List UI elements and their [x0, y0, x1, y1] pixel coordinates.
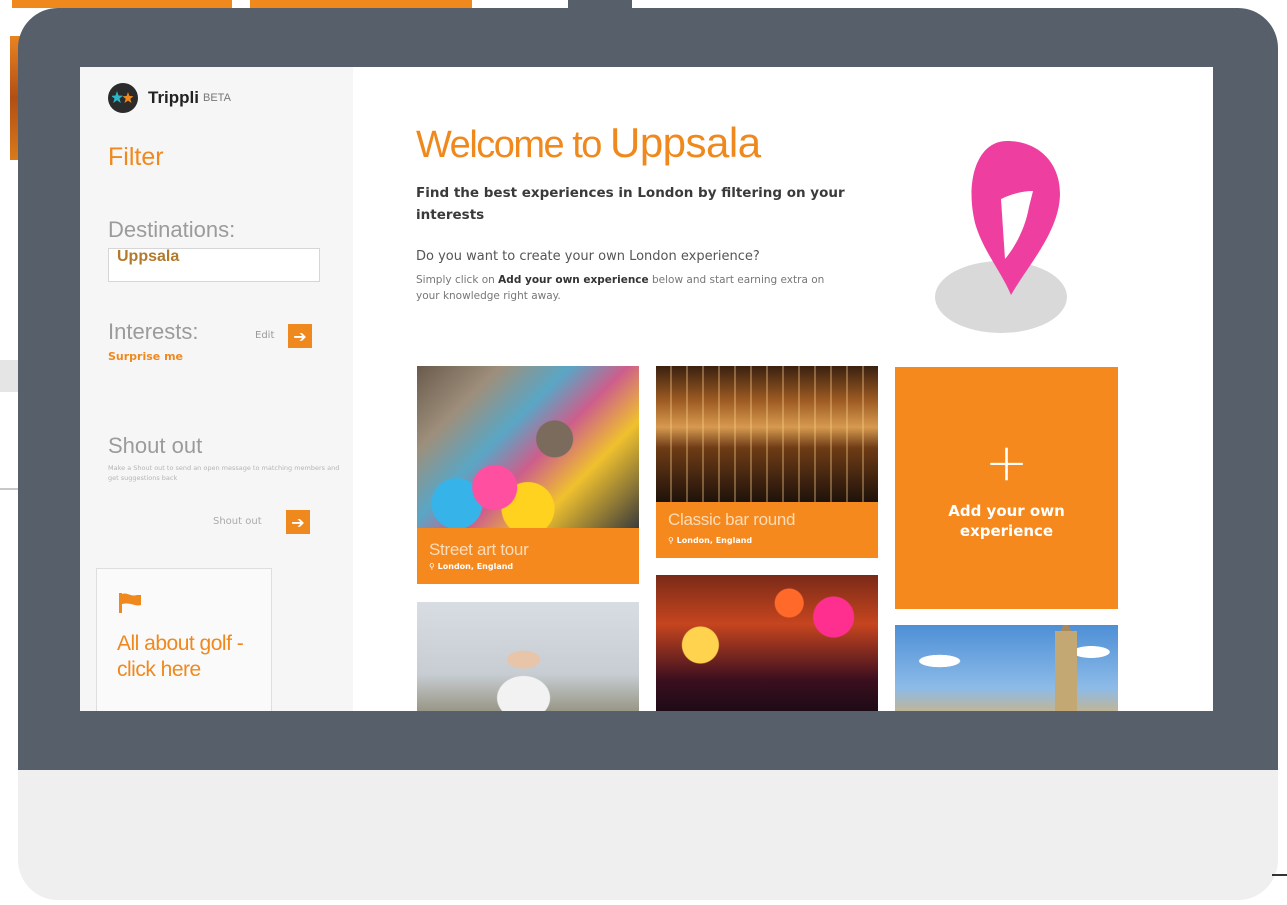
tile-location: ⚲ London, England: [429, 562, 513, 571]
edge-line: [1272, 874, 1287, 876]
app-screen: Trippli BETA Filter Destinations: Uppsal…: [80, 67, 1213, 711]
instructions-prefix: Simply click on: [416, 274, 499, 286]
interests-label: Interests:: [108, 319, 199, 344]
tile-caption: Street art tour ⚲ London, England: [417, 528, 639, 584]
location-pin-icon: ⚲: [429, 562, 438, 571]
tile-location: ⚲ London, England: [668, 536, 752, 545]
welcome-city: Uppsala: [609, 119, 761, 166]
filter-title: Filter: [108, 143, 164, 171]
background-panel: [0, 360, 20, 392]
background-divider: [0, 488, 20, 490]
tile-location-text: London, England: [676, 536, 753, 545]
tile-title: Street art tour: [429, 540, 529, 559]
map-pin-icon: [935, 141, 1067, 333]
destinations-label: Destinations:: [108, 217, 236, 242]
big-ben-tower: [1055, 631, 1077, 711]
add-experience-label: Add your own experience: [948, 502, 1065, 540]
tile-title: Classic bar round: [668, 510, 796, 529]
destination-value: Uppsala: [117, 248, 180, 265]
shout-out-button[interactable]: ➔: [286, 510, 310, 534]
sidebar: Trippli BETA Filter Destinations: Uppsal…: [80, 67, 353, 711]
stars-logo-icon: [108, 83, 138, 113]
welcome-heading: Welcome to Uppsala: [416, 119, 761, 167]
experience-tile-big-ben[interactable]: [895, 625, 1118, 711]
golf-promo-card[interactable]: All about golf - click here: [96, 568, 272, 711]
tagline: Find the best experiences in London by f…: [416, 185, 845, 223]
background-button: [250, 0, 472, 8]
flag-icon: [119, 593, 141, 613]
destination-input[interactable]: Uppsala: [108, 248, 320, 282]
welcome-prefix: Welcome to: [416, 124, 610, 166]
street-art-photo: [417, 366, 639, 528]
monitor-chin: [18, 770, 1278, 900]
golf-card-text[interactable]: All about golf - click here: [117, 631, 257, 683]
logo-name: Trippli: [148, 88, 199, 107]
instructions-bold: Add your own experience: [498, 274, 649, 286]
plus-icon: +: [984, 433, 1029, 493]
create-instructions: Simply click on Add your own experience …: [416, 272, 836, 304]
app-logo[interactable]: Trippli BETA: [108, 83, 231, 113]
logo-beta: BETA: [203, 92, 231, 104]
background-location-tag: Hampshire, England: [12, 0, 232, 17]
experience-tile-bar-round[interactable]: Classic bar round ⚲ London, England: [656, 366, 878, 558]
location-pin-icon: ⚲: [668, 536, 677, 545]
arrow-right-icon: ➔: [291, 512, 305, 532]
create-question: Do you want to create your own London ex…: [416, 249, 760, 264]
experience-tile-cycling[interactable]: [417, 602, 639, 711]
shout-out-title: Shout out: [108, 433, 203, 458]
add-experience-button[interactable]: + Add your own experience: [895, 367, 1118, 609]
experience-tile-nightlife[interactable]: [656, 575, 878, 711]
edit-interests-label[interactable]: Edit: [255, 330, 274, 341]
tile-location-text: London, England: [437, 562, 514, 571]
edit-interests-button[interactable]: ➔: [288, 324, 312, 348]
experience-tile-street-art[interactable]: Street art tour ⚲ London, England: [417, 366, 639, 584]
arrow-right-icon: ➔: [293, 326, 307, 346]
tile-caption: Classic bar round ⚲ London, England: [656, 502, 878, 558]
shout-out-description: Make a Shout out to send an open message…: [108, 464, 340, 482]
interests-value[interactable]: Surprise me: [108, 350, 183, 363]
shout-out-button-label[interactable]: Shout out: [213, 516, 262, 527]
bar-photo: [656, 366, 878, 502]
